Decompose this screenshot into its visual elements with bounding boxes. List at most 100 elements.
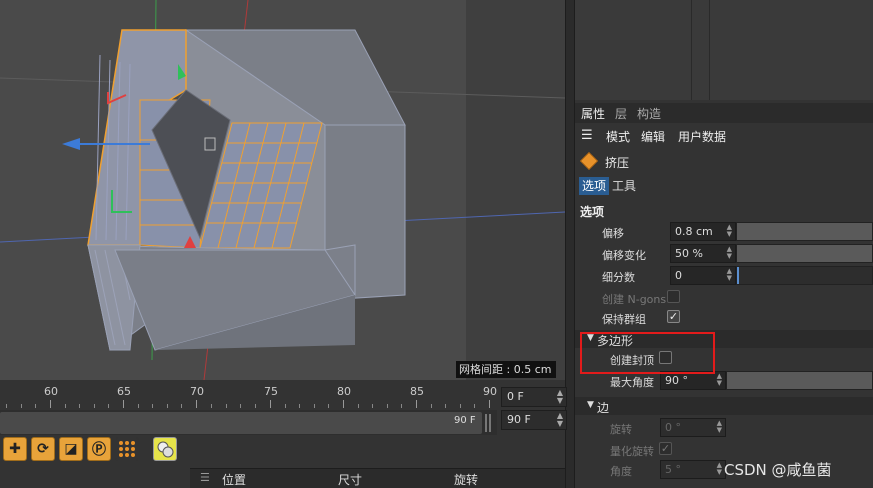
minor-tick: [431, 404, 432, 408]
spin-arrows-icon[interactable]: ▲ ▼: [557, 389, 563, 405]
end-frame-field[interactable]: 90 F ▲ ▼: [501, 410, 567, 430]
minor-tick: [94, 404, 95, 408]
offset-variation-slider[interactable]: [736, 244, 873, 263]
quantize-rotation-checkbox[interactable]: ✓: [659, 442, 672, 455]
minor-tick: [299, 404, 300, 408]
tick-label: 75: [264, 385, 278, 398]
menu-user-data[interactable]: 用户数据: [678, 128, 726, 145]
subdivision-row: 细分数 0 ▲ ▼: [575, 266, 873, 286]
x-arrow-icon: [62, 138, 80, 150]
menu-mode[interactable]: 模式: [606, 128, 630, 145]
position-label: 位置: [222, 473, 247, 487]
tick-label: 60: [44, 385, 58, 398]
create-ngons-label: 创建 N-gons: [602, 293, 667, 306]
keep-groups-checkbox[interactable]: ✓: [667, 310, 680, 323]
quantize-rotation-row: 量化旋转 ✓: [575, 440, 873, 460]
points-icon[interactable]: [115, 437, 139, 461]
edge-angle-value: 5 °: [665, 463, 681, 476]
minor-tick: [35, 404, 36, 408]
spin-arrows-icon[interactable]: ▲ ▼: [727, 268, 732, 282]
watermark: CSDN @咸鱼菌: [724, 461, 832, 479]
hamburger-icon[interactable]: ☰: [581, 128, 593, 143]
panel-tabs: 属性 层 构造: [575, 103, 873, 123]
tab-options[interactable]: 选项: [579, 177, 610, 195]
slider-thumb[interactable]: [737, 267, 739, 284]
max-angle-row: 最大角度 90 ° ▲ ▼: [575, 371, 873, 391]
tick-label: 80: [337, 385, 351, 398]
section-title: 选项: [580, 205, 605, 219]
minor-tick: [358, 404, 359, 408]
edge-angle-label: 角度: [610, 465, 632, 478]
subdivision-input[interactable]: 0 ▲ ▼: [670, 266, 736, 285]
offset-input[interactable]: 0.8 cm ▲ ▼: [670, 222, 736, 241]
minor-tick: [152, 404, 153, 408]
end-frame-value: 90 F: [507, 413, 531, 426]
sub-tabs: 选项 工具: [575, 175, 873, 197]
minor-tick: [372, 404, 373, 408]
offset-value: 0.8 cm: [675, 225, 713, 238]
minor-tick: [255, 404, 256, 408]
tab-structure[interactable]: 构造: [637, 105, 661, 122]
start-frame-field[interactable]: 0 F ▲ ▼: [501, 387, 567, 407]
edge-group-title: 边: [597, 401, 610, 415]
attributes-menu: ☰ 模式 编辑 用户数据: [575, 125, 873, 147]
subdivision-slider[interactable]: [736, 266, 873, 285]
tab-attributes[interactable]: 属性: [581, 105, 605, 122]
minor-tick: [21, 404, 22, 408]
minor-tick: [226, 404, 227, 408]
parameter-icon[interactable]: Ⓟ: [87, 437, 111, 461]
spin-arrows-icon[interactable]: ▲ ▼: [717, 420, 722, 434]
minor-tick: [285, 404, 286, 408]
edge-rotate-row: 旋转 0 ° ▲ ▼: [575, 418, 873, 438]
timeline-ruler[interactable]: 60 65 70 75 80 85 90: [0, 380, 497, 408]
offset-label: 偏移: [602, 227, 624, 240]
scrollbar-thumb[interactable]: [0, 412, 482, 434]
extrude-icon: [579, 151, 599, 171]
spin-arrows-icon[interactable]: ▲ ▼: [727, 246, 732, 260]
offset-slider[interactable]: [736, 222, 873, 241]
max-angle-slider[interactable]: [726, 371, 873, 390]
highlight-annotation: [580, 332, 715, 374]
object-name: 挤压: [605, 156, 630, 170]
scroll-handle-icon[interactable]: [485, 414, 491, 432]
tick-label: 70: [190, 385, 204, 398]
tick-label: 85: [410, 385, 424, 398]
menu-edit[interactable]: 编辑: [641, 128, 665, 145]
spin-arrows-icon[interactable]: ▲ ▼: [717, 462, 722, 476]
minor-tick: [314, 404, 315, 408]
attributes-panel: 属性 层 构造 ☰ 模式 编辑 用户数据 挤压 选项 工具 选项 偏移 0.8 …: [575, 103, 873, 488]
keep-groups-label: 保持群组: [602, 313, 646, 326]
timeline-scrollbar[interactable]: 90 F: [0, 410, 497, 438]
render-icon[interactable]: [153, 437, 177, 461]
major-tick: [489, 400, 490, 408]
menu-icon[interactable]: ☰: [200, 471, 210, 484]
subdivision-label: 细分数: [602, 271, 635, 284]
major-tick: [416, 400, 417, 408]
collapse-arrow-icon[interactable]: ▼: [587, 400, 594, 410]
minor-tick: [387, 404, 388, 408]
minor-tick: [211, 404, 212, 408]
tab-layers[interactable]: 层: [615, 105, 627, 122]
tab-tools[interactable]: 工具: [609, 177, 639, 195]
offset-variation-input[interactable]: 50 % ▲ ▼: [670, 244, 736, 263]
edge-rotate-input[interactable]: 0 ° ▲ ▼: [660, 418, 726, 437]
minor-tick: [460, 404, 461, 408]
object-manager[interactable]: [575, 0, 873, 100]
major-tick: [270, 400, 271, 408]
scale-icon[interactable]: ◪: [59, 437, 83, 461]
spin-arrows-icon[interactable]: ▲ ▼: [557, 412, 563, 428]
column-divider: [709, 0, 710, 100]
minor-tick: [167, 404, 168, 408]
edge-angle-input[interactable]: 5 ° ▲ ▼: [660, 460, 726, 479]
move-icon[interactable]: ✚: [3, 437, 27, 461]
create-ngons-checkbox[interactable]: [667, 290, 680, 303]
spin-arrows-icon[interactable]: ▲ ▼: [717, 373, 722, 387]
3d-viewport[interactable]: 网格间距 : 0.5 cm: [0, 0, 565, 380]
object-header: 挤压: [575, 151, 873, 175]
rotate-icon[interactable]: ⟳: [31, 437, 55, 461]
edge-rotate-value: 0 °: [665, 421, 681, 434]
quantize-rotation-label: 量化旋转: [610, 445, 654, 458]
spin-arrows-icon[interactable]: ▲ ▼: [727, 224, 732, 238]
edge-group-header[interactable]: ▼ 边: [575, 397, 873, 415]
keep-groups-row: 保持群组 ✓: [575, 308, 873, 328]
